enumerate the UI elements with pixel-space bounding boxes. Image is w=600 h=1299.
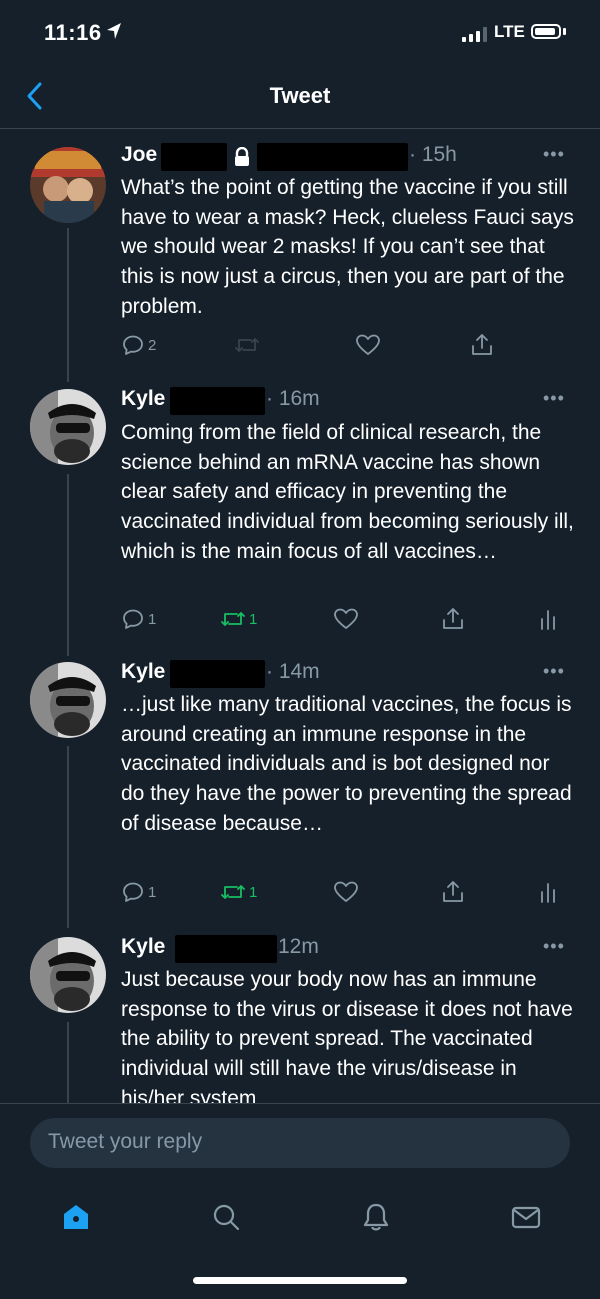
tweet-actions: 1 1 (0, 606, 600, 636)
tweet-text: …just like many traditional vaccines, th… (121, 693, 572, 835)
notifications-icon (363, 1203, 389, 1231)
network-label: LTE (494, 22, 525, 41)
tweet-text: What’s the point of getting the vaccine … (121, 176, 574, 318)
reply-icon (123, 335, 143, 355)
retweet-icon (221, 885, 245, 899)
reply-button[interactable]: 1 (121, 606, 156, 632)
tweet-timestamp[interactable]: · 15h (409, 143, 457, 167)
author-name[interactable]: Kyle (121, 935, 165, 959)
share-button[interactable] (470, 332, 494, 358)
reply-count: 1 (148, 610, 157, 628)
more-options-icon[interactable]: ••• (543, 662, 565, 680)
like-button[interactable] (333, 879, 359, 905)
like-button[interactable] (333, 606, 359, 632)
battery-icon (531, 24, 561, 39)
analytics-icon (541, 610, 555, 630)
tweet-timestamp[interactable]: · 16m (266, 387, 320, 411)
more-options-icon[interactable]: ••• (543, 389, 565, 407)
status-bar: 11:16 LTE (0, 0, 600, 64)
reply-icon (123, 882, 143, 902)
redacted-bar (170, 387, 265, 415)
analytics-button[interactable] (538, 879, 558, 905)
redacted-bar (161, 143, 227, 171)
tweet[interactable]: Kyle · 14m ••• …just like many tradition… (0, 660, 600, 910)
signal-strength-icon (462, 26, 487, 42)
lock-icon (235, 147, 249, 166)
tab-bar (0, 1183, 600, 1253)
tweet[interactable]: Kyle 12m ••• Just because your body now … (0, 935, 600, 1103)
reply-count: 1 (148, 883, 157, 901)
share-icon (472, 334, 492, 355)
share-button[interactable] (441, 606, 465, 632)
author-name[interactable]: Kyle (121, 660, 165, 684)
more-options-icon[interactable]: ••• (543, 937, 565, 955)
analytics-button[interactable] (538, 606, 558, 632)
share-button[interactable] (441, 879, 465, 905)
redacted-bar (170, 660, 265, 688)
home-icon (64, 1205, 88, 1229)
tab-messages[interactable] (506, 1197, 546, 1237)
retweet-icon (221, 612, 245, 626)
tweet-actions: 1 1 (0, 879, 600, 909)
author-name[interactable]: Joe (121, 143, 157, 167)
more-options-icon[interactable]: ••• (543, 145, 565, 163)
tweet-text: Coming from the field of clinical resear… (121, 421, 574, 563)
tweet[interactable]: Joe · 15h ••• What’s the point of gettin… (0, 143, 600, 368)
tab-search[interactable] (206, 1197, 246, 1237)
avatar[interactable] (30, 662, 106, 738)
heart-icon (334, 608, 358, 629)
tweet[interactable]: Kyle · 16m ••• Coming from the field of … (0, 387, 600, 637)
retweet-button[interactable]: 1 (220, 879, 257, 905)
tab-home[interactable] (56, 1197, 96, 1237)
tab-notifications[interactable] (356, 1197, 396, 1237)
navigation-bar: Tweet (0, 64, 600, 129)
tweet-actions: 2 (0, 332, 600, 362)
retweet-button[interactable] (234, 332, 260, 358)
avatar[interactable] (30, 389, 106, 465)
like-button[interactable] (355, 332, 381, 358)
battery-tip (563, 28, 566, 35)
reply-input[interactable]: Tweet your reply (30, 1118, 570, 1168)
search-icon (213, 1204, 240, 1231)
retweet-count: 1 (249, 610, 258, 628)
tweet-timestamp[interactable]: 12m (278, 935, 319, 959)
location-arrow-icon (107, 23, 121, 39)
reply-icon (123, 609, 143, 629)
tweet-text: Just because your body now has an immune… (121, 968, 573, 1103)
retweet-icon (235, 338, 259, 352)
redacted-bar (175, 935, 277, 963)
reply-count: 2 (148, 336, 157, 354)
home-indicator[interactable] (193, 1277, 407, 1284)
page-title: Tweet (269, 83, 331, 108)
redacted-bar (257, 143, 408, 171)
avatar[interactable] (30, 147, 106, 223)
share-icon (443, 881, 463, 902)
status-time: 11:16 (44, 20, 102, 45)
retweet-button[interactable]: 1 (220, 606, 257, 632)
messages-icon (511, 1206, 541, 1229)
tweet-timestamp[interactable]: · 14m (266, 660, 320, 684)
avatar[interactable] (30, 937, 106, 1013)
author-name[interactable]: Kyle (121, 387, 165, 411)
reply-composer: Tweet your reply (0, 1103, 600, 1184)
reply-placeholder: Tweet your reply (48, 1130, 203, 1153)
reply-button[interactable]: 1 (121, 879, 156, 905)
retweet-count: 1 (249, 883, 258, 901)
reply-button[interactable]: 2 (121, 332, 156, 358)
analytics-icon (541, 883, 555, 903)
heart-icon (334, 881, 358, 902)
share-icon (443, 608, 463, 629)
heart-icon (356, 334, 380, 355)
